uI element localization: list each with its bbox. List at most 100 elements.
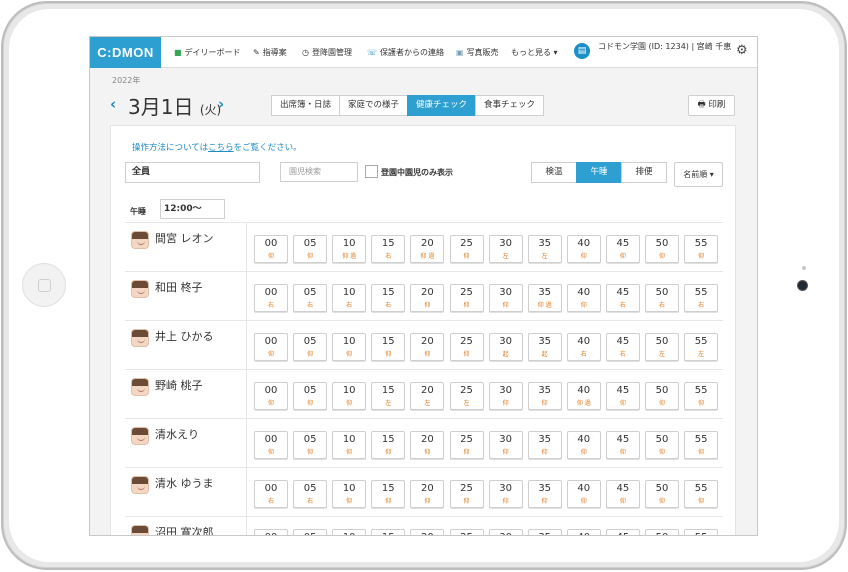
nap-check-slot[interactable]: 10 仰 過 bbox=[332, 235, 367, 263]
nap-check-slot[interactable]: 30 仰 bbox=[488, 431, 523, 459]
nap-check-slot[interactable]: 05 仰 bbox=[293, 431, 328, 459]
nap-check-slot[interactable]: 25 仰 bbox=[449, 333, 484, 361]
tab-health-check[interactable]: 健康チェック bbox=[407, 95, 477, 116]
nav-daily-board[interactable]: ■ デイリーボード bbox=[174, 37, 241, 68]
nap-check-slot[interactable]: 50 右 bbox=[645, 284, 679, 312]
nap-check-slot[interactable]: 15 左 bbox=[371, 382, 406, 410]
gear-icon[interactable]: ⚙ bbox=[736, 43, 748, 58]
nap-check-slot[interactable]: 50 仰 bbox=[645, 431, 679, 459]
nap-check-slot[interactable]: 15 右 bbox=[371, 235, 406, 263]
nap-check-slot[interactable]: 35 左 bbox=[527, 235, 562, 263]
nap-check-slot[interactable]: 25 仰 bbox=[449, 284, 484, 312]
chevron-right-icon[interactable]: › bbox=[218, 95, 224, 113]
help-link[interactable]: こちら bbox=[208, 143, 234, 153]
mode-bowel[interactable]: 排便 bbox=[621, 162, 667, 183]
nap-check-slot[interactable]: 55 左 bbox=[684, 333, 719, 361]
nap-check-slot[interactable]: 20 仰 bbox=[410, 284, 445, 312]
nap-check-slot[interactable]: 25 bbox=[449, 529, 484, 535]
nap-check-slot[interactable]: 45 仰 bbox=[605, 431, 640, 459]
nap-check-slot[interactable]: 05 仰 bbox=[293, 333, 328, 361]
nap-check-slot[interactable]: 05 右 bbox=[293, 284, 328, 312]
nap-start-time-input[interactable]: 12:00〜 bbox=[160, 199, 225, 219]
nap-check-slot[interactable]: 15 仰 bbox=[371, 333, 406, 361]
nap-check-slot[interactable]: 30 仰 bbox=[488, 382, 523, 410]
child-name[interactable]: 沼田 寛次郎 bbox=[155, 524, 214, 535]
child-name[interactable]: 間宮 レオン bbox=[155, 230, 214, 246]
nav-attendance[interactable]: ◷ 登降園管理 bbox=[302, 37, 352, 68]
tab-attendance[interactable]: 出席簿・日誌 bbox=[271, 95, 341, 116]
nap-check-slot[interactable]: 50 左 bbox=[645, 333, 679, 361]
nav-more[interactable]: もっと見る ▾ bbox=[511, 37, 558, 68]
nap-check-slot[interactable]: 25 仰 bbox=[449, 480, 484, 508]
nap-check-slot[interactable]: 00 右 bbox=[254, 284, 288, 312]
nap-check-slot[interactable]: 45 仰 bbox=[605, 382, 640, 410]
nap-check-slot[interactable]: 10 仰 bbox=[332, 333, 367, 361]
nap-check-slot[interactable]: 05 右 bbox=[293, 480, 328, 508]
app-logo[interactable]: C:DMON bbox=[90, 37, 161, 68]
child-name[interactable]: 井上 ひかる bbox=[155, 328, 214, 344]
nap-check-slot[interactable]: 00 仰 bbox=[254, 235, 288, 263]
nap-check-slot[interactable]: 00 仰 bbox=[254, 431, 288, 459]
nap-check-slot[interactable]: 50 仰 bbox=[645, 480, 679, 508]
nap-check-slot[interactable]: 30 仰 bbox=[488, 480, 523, 508]
home-button[interactable] bbox=[22, 263, 66, 307]
nap-check-slot[interactable]: 00 bbox=[254, 529, 288, 535]
nap-check-slot[interactable]: 40 仰 bbox=[566, 431, 601, 459]
nap-check-slot[interactable]: 00 仰 bbox=[254, 333, 288, 361]
mode-temperature[interactable]: 検温 bbox=[531, 162, 577, 183]
child-name[interactable]: 清水えり bbox=[155, 426, 199, 442]
nap-check-slot[interactable]: 40 仰 過 bbox=[566, 382, 601, 410]
nap-check-slot[interactable]: 25 左 bbox=[449, 382, 484, 410]
tab-home-status[interactable]: 家庭での様子 bbox=[339, 95, 409, 116]
nap-check-slot[interactable]: 10 仰 bbox=[332, 480, 367, 508]
child-name[interactable]: 清水 ゆうま bbox=[155, 475, 214, 491]
nap-check-slot[interactable]: 55 仰 bbox=[684, 235, 719, 263]
chevron-left-icon[interactable]: ‹ bbox=[110, 95, 116, 113]
nap-check-slot[interactable]: 35 仰 bbox=[527, 431, 562, 459]
nap-check-slot[interactable]: 40 仰 bbox=[566, 480, 601, 508]
child-search-input[interactable]: 園児検索 bbox=[280, 162, 358, 182]
nav-guardian-contact[interactable]: ☏ 保護者からの連絡 bbox=[367, 37, 444, 68]
nap-check-slot[interactable]: 15 仰 bbox=[371, 480, 406, 508]
nap-check-slot[interactable]: 00 右 bbox=[254, 480, 288, 508]
nap-check-slot[interactable]: 35 起 bbox=[527, 333, 562, 361]
nap-check-slot[interactable]: 30 bbox=[488, 529, 523, 535]
nap-check-slot[interactable]: 20 仰 過 bbox=[410, 235, 445, 263]
nap-check-slot[interactable]: 40 仰 bbox=[566, 284, 601, 312]
nap-check-slot[interactable]: 10 仰 bbox=[332, 382, 367, 410]
nap-check-slot[interactable]: 20 仰 bbox=[410, 333, 445, 361]
nap-check-slot[interactable]: 40 bbox=[566, 529, 601, 535]
nap-check-slot[interactable]: 15 右 bbox=[371, 284, 406, 312]
nap-check-slot[interactable]: 20 bbox=[410, 529, 445, 535]
nap-check-slot[interactable]: 10 仰 bbox=[332, 431, 367, 459]
nap-check-slot[interactable]: 35 仰 bbox=[527, 382, 562, 410]
nap-check-slot[interactable]: 15 仰 bbox=[371, 431, 406, 459]
nap-check-slot[interactable]: 45 右 bbox=[605, 333, 640, 361]
nap-check-slot[interactable]: 35 bbox=[527, 529, 562, 535]
tab-meal-check[interactable]: 食事チェック bbox=[475, 95, 545, 116]
nap-check-slot[interactable]: 10 bbox=[332, 529, 367, 535]
nap-check-slot[interactable]: 25 仰 bbox=[449, 235, 484, 263]
nap-check-slot[interactable]: 40 右 bbox=[566, 333, 601, 361]
mode-nap[interactable]: 午睡 bbox=[576, 162, 622, 183]
nap-check-slot[interactable]: 30 起 bbox=[488, 333, 523, 361]
nap-check-slot[interactable]: 45 仰 bbox=[605, 235, 640, 263]
nap-check-slot[interactable]: 45 bbox=[605, 529, 640, 535]
nap-check-slot[interactable]: 35 仰 bbox=[527, 480, 562, 508]
nap-check-slot[interactable]: 55 仰 bbox=[684, 431, 719, 459]
nap-check-slot[interactable]: 50 仰 bbox=[645, 235, 679, 263]
present-only-checkbox[interactable] bbox=[365, 165, 378, 178]
nap-check-slot[interactable]: 25 仰 bbox=[449, 431, 484, 459]
nav-teaching-plan[interactable]: ✎ 指導案 bbox=[253, 37, 287, 68]
nap-check-slot[interactable]: 05 bbox=[293, 529, 328, 535]
nap-check-slot[interactable]: 15 bbox=[371, 529, 406, 535]
nap-check-slot[interactable]: 45 仰 bbox=[605, 480, 640, 508]
nap-check-slot[interactable]: 10 右 bbox=[332, 284, 367, 312]
nap-check-slot[interactable]: 55 仰 bbox=[684, 382, 719, 410]
nap-check-slot[interactable]: 30 仰 bbox=[488, 284, 523, 312]
nap-check-slot[interactable]: 05 仰 bbox=[293, 382, 328, 410]
nap-check-slot[interactable]: 55 右 bbox=[684, 284, 719, 312]
nap-check-slot[interactable]: 35 仰 過 bbox=[527, 284, 562, 312]
child-name[interactable]: 和田 柊子 bbox=[155, 279, 203, 295]
school-info[interactable]: ▤ コドモン学園 (ID: 1234) | 宮崎 千恵 bbox=[574, 40, 732, 66]
